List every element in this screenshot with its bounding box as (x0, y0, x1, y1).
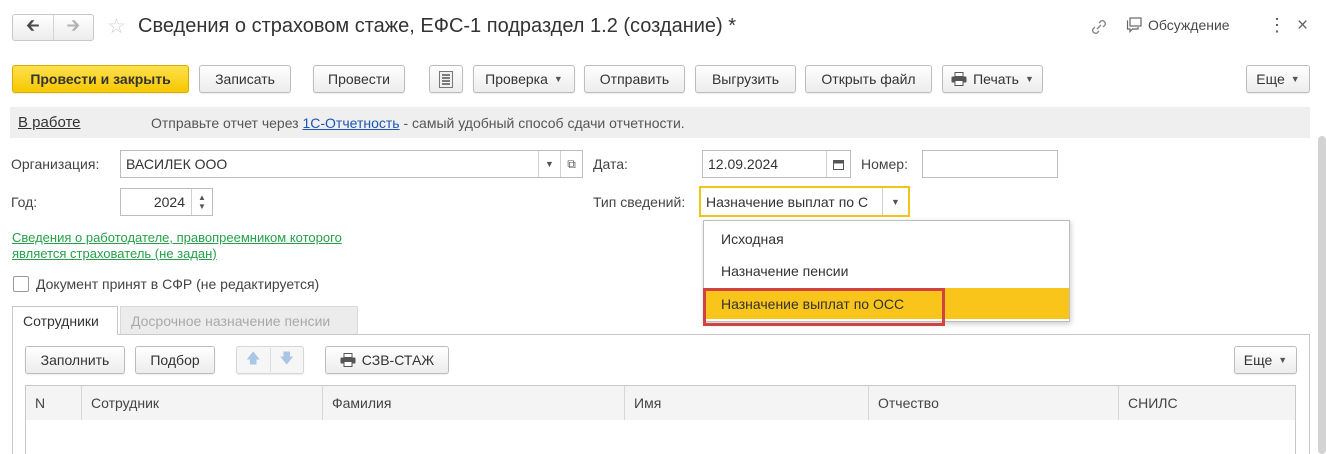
print-button[interactable]: Печать ▼ (942, 65, 1043, 93)
table-header: N Сотрудник Фамилия Имя Отчество СНИЛС (25, 385, 1296, 421)
info-type-field[interactable]: Назначение выплат по С ▼ (699, 186, 910, 217)
year-label: Год: (11, 194, 38, 210)
discussion-icon (1126, 17, 1142, 33)
forward-arrow-icon[interactable]: 🡲 (52, 15, 94, 40)
print-button-label: Печать (973, 71, 1019, 87)
date-field[interactable]: 12.09.2024 (702, 150, 851, 178)
post-and-close-button[interactable]: Провести и закрыть (12, 65, 189, 93)
organization-field[interactable]: ВАСИЛЕК ООО ▼ ⧉ (120, 150, 583, 178)
info-message: Отправьте отчет через 1С-Отчетность - са… (151, 115, 685, 131)
organization-value: ВАСИЛЕК ООО (126, 156, 228, 172)
number-label: Номер: (861, 156, 908, 172)
move-buttons: 🡅 🡇 (236, 346, 304, 374)
check-button[interactable]: Проверка ▼ (473, 65, 575, 93)
move-up-icon[interactable]: 🡅 (237, 348, 270, 372)
year-value: 2024 (153, 194, 185, 210)
szv-button[interactable]: СЗВ-СТАЖ (325, 346, 449, 374)
column-header[interactable]: N (26, 386, 82, 420)
write-button[interactable]: Записать (199, 65, 291, 93)
highlight-frame (703, 288, 945, 326)
table-body (25, 420, 1296, 454)
more-menu-icon[interactable]: ⋮ (1268, 15, 1286, 36)
printer-icon (951, 72, 967, 86)
send-button[interactable]: Отправить (584, 65, 685, 93)
date-value: 12.09.2024 (708, 156, 779, 172)
back-arrow-icon[interactable]: 🡰 (13, 15, 53, 40)
accepted-checkbox[interactable] (13, 276, 29, 292)
organization-label: Организация: (11, 156, 100, 172)
accepted-label: Документ принят в СФР (не редактируется) (36, 276, 320, 292)
number-field[interactable] (922, 150, 1058, 178)
reporting-service-link[interactable]: 1С-Отчетность (302, 115, 399, 131)
tab-early-pension[interactable]: Досрочное назначение пенсии (120, 306, 358, 335)
column-header[interactable]: Фамилия (323, 386, 625, 420)
move-down-icon[interactable]: 🡇 (269, 348, 304, 372)
dropdown-option[interactable]: Исходная (704, 223, 1069, 254)
info-type-label: Тип сведений: (593, 194, 686, 210)
column-header[interactable]: СНИЛС (1119, 386, 1295, 420)
scrollbar[interactable] (1318, 136, 1326, 454)
close-icon[interactable]: × (1297, 15, 1308, 37)
printer-icon (340, 353, 356, 367)
info-text-before: Отправьте отчет через (151, 115, 303, 131)
chevron-down-icon: ▼ (1024, 74, 1034, 84)
date-label: Дата: (593, 156, 628, 172)
check-button-label: Проверка (485, 71, 548, 87)
discussion-label: Обсуждение (1148, 17, 1230, 33)
dropdown-option[interactable]: Назначение пенсии (704, 255, 1069, 286)
chevron-down-icon[interactable]: ▼ (538, 151, 560, 177)
year-spinner-icon[interactable]: ▲ ▼ (191, 189, 212, 215)
fill-button[interactable]: Заполнить (25, 346, 125, 374)
table-more-button[interactable]: Еще ▼ (1234, 346, 1297, 374)
info-type-value: Назначение выплат по С (706, 193, 869, 210)
window-title: Сведения о страховом стаже, ЕФС-1 подраз… (138, 15, 737, 37)
link-icon[interactable] (1088, 17, 1110, 37)
column-header[interactable]: Отчество (869, 386, 1119, 420)
info-strip: В работе Отправьте отчет через 1С-Отчетн… (10, 107, 1310, 138)
tab-employees[interactable]: Сотрудники (12, 306, 118, 335)
chevron-down-icon: ▼ (553, 74, 563, 84)
history-nav: 🡰 🡲 (12, 14, 94, 41)
export-button[interactable]: Выгрузить (695, 65, 796, 93)
report-structure-button[interactable] (429, 65, 463, 93)
post-button[interactable]: Провести (313, 65, 405, 93)
chevron-down-icon: ▼ (1278, 355, 1288, 365)
szv-button-label: СЗВ-СТАЖ (361, 352, 435, 368)
chevron-down-icon: ▼ (1290, 74, 1300, 84)
favorite-star-icon[interactable]: ☆ (107, 14, 126, 39)
column-header[interactable]: Сотрудник (82, 386, 323, 420)
year-field[interactable]: 2024 ▲ ▼ (120, 188, 213, 216)
discussion-button[interactable]: Обсуждение (1126, 17, 1230, 33)
open-file-button[interactable]: Открыть файл (805, 65, 932, 93)
table-more-label: Еще (1243, 352, 1273, 368)
chevron-down-icon[interactable]: ▼ (882, 188, 908, 215)
column-header[interactable]: Имя (625, 386, 869, 420)
employer-info-link-line1[interactable]: Сведения о работодателе, правопреемником… (12, 230, 342, 245)
employer-info-link-line2[interactable]: является страхователь (не задан) (12, 246, 217, 261)
document-list-icon (439, 70, 453, 88)
more-button-label: Еще (1256, 71, 1285, 87)
calendar-icon[interactable] (826, 151, 850, 177)
open-icon[interactable]: ⧉ (560, 151, 582, 177)
more-button[interactable]: Еще ▼ (1246, 65, 1310, 93)
info-text-after: - самый удобный способ сдачи отчетности. (399, 115, 685, 131)
select-button[interactable]: Подбор (135, 346, 215, 374)
status-link[interactable]: В работе (18, 114, 81, 131)
